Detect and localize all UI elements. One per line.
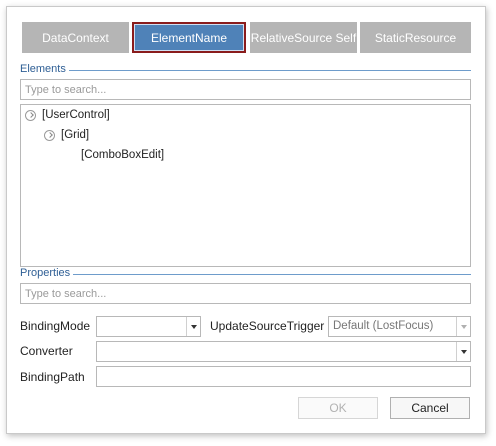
tree-item-usercontrol[interactable]: [UserControl] (25, 109, 110, 121)
tree-item-label: [Grid] (61, 129, 90, 141)
elements-section-title: Elements (20, 63, 69, 75)
tab-elementname[interactable]: ElementName (132, 22, 246, 53)
tree-item-label: [UserControl] (42, 109, 110, 121)
elements-tree[interactable]: [UserControl] [Grid] [ComboBoxEdit] (20, 104, 471, 267)
tab-label: DataContext (42, 30, 109, 45)
chevron-down-icon[interactable] (186, 317, 200, 336)
collapse-circle-icon[interactable] (25, 109, 36, 121)
converter-combo[interactable] (96, 341, 471, 362)
tab-staticresource[interactable]: StaticResource (360, 22, 471, 53)
binding-mode-label: BindingMode (20, 319, 91, 333)
tab-relativesource-self[interactable]: RelativeSource Self (250, 22, 357, 53)
tab-label: ElementName (150, 30, 228, 45)
elements-divider (20, 70, 471, 71)
converter-label: Converter (20, 344, 73, 358)
binding-path-label: BindingPath (20, 370, 85, 384)
properties-divider (20, 274, 471, 275)
tree-item-comboboxedit[interactable]: [ComboBoxEdit] (81, 149, 164, 161)
update-source-trigger-label: UpdateSourceTrigger (210, 319, 325, 333)
update-source-trigger-value: Default (LostFocus) (333, 320, 434, 332)
tab-datacontext[interactable]: DataContext (22, 22, 129, 53)
elements-search-input[interactable] (20, 79, 471, 100)
binding-path-input[interactable] (96, 366, 471, 387)
binding-mode-combo[interactable] (96, 316, 201, 337)
properties-search-input[interactable] (20, 283, 471, 304)
tree-item-label: [ComboBoxEdit] (81, 149, 165, 161)
properties-section-title: Properties (20, 267, 74, 279)
chevron-down-icon[interactable] (456, 317, 470, 336)
binding-editor-dialog: DataContext ElementName RelativeSource S… (6, 6, 486, 434)
update-source-trigger-combo[interactable]: Default (LostFocus) (328, 316, 471, 337)
cancel-button[interactable]: Cancel (390, 397, 470, 419)
tab-label: RelativeSource Self (250, 30, 357, 45)
ok-button[interactable]: OK (298, 397, 378, 419)
collapse-circle-icon[interactable] (44, 129, 55, 141)
tab-label: StaticResource (374, 30, 457, 45)
chevron-down-icon[interactable] (456, 342, 470, 361)
tree-item-grid[interactable]: [Grid] (44, 129, 89, 141)
